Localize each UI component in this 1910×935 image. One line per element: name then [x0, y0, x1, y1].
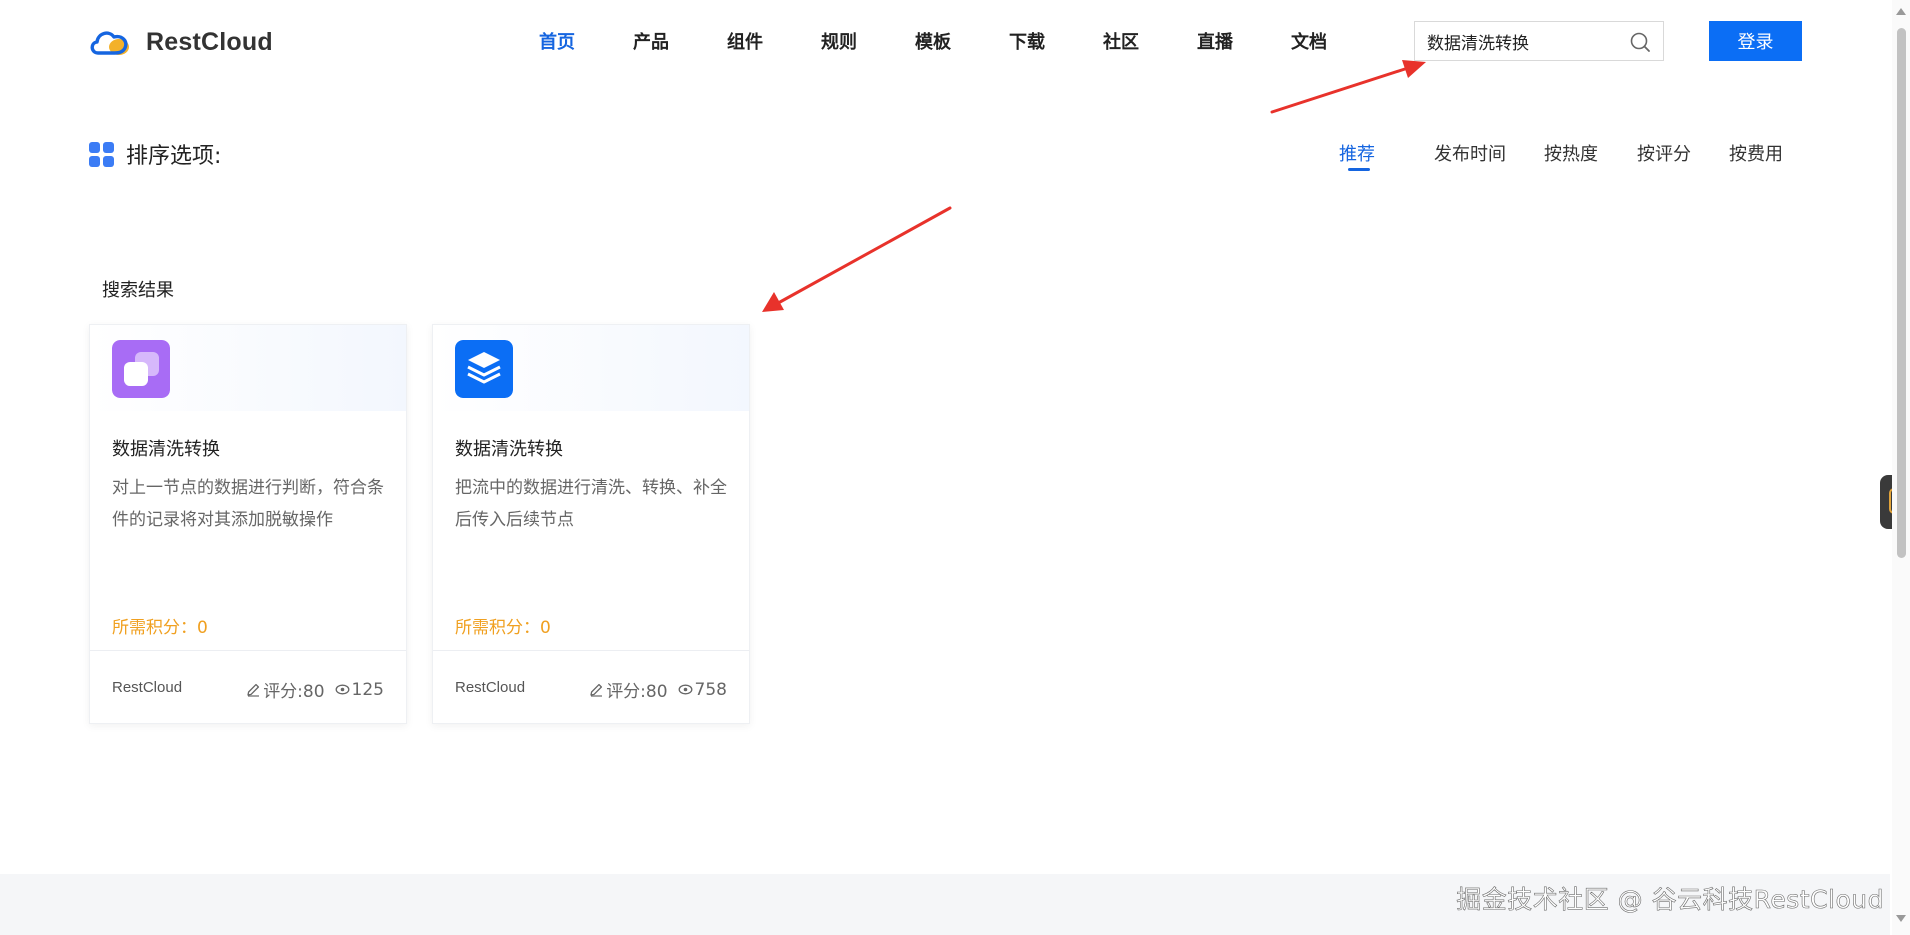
sort-tab-rating[interactable]: 按评分	[1637, 140, 1691, 166]
sort-tab-recommended[interactable]: 推荐	[1339, 140, 1375, 166]
card-title[interactable]: 数据清洗转换	[112, 435, 220, 461]
main-nav: 首页 产品 组件 规则 模板 下载 社区 直播 文档	[510, 28, 1356, 54]
sort-label-text: 排序选项:	[126, 144, 222, 169]
card-description: 把流中的数据进行清洗、转换、补全后传入后续节点	[455, 478, 727, 530]
nav-item-products[interactable]: 产品	[604, 28, 698, 54]
card-divider	[90, 650, 406, 651]
views-meta: 758	[678, 680, 727, 700]
search-results-title: 搜索结果	[102, 280, 174, 301]
scroll-down-arrow-icon[interactable]	[1896, 915, 1906, 922]
search-input[interactable]	[1415, 23, 1625, 59]
page: RestCloud 首页 产品 组件 规则 模板 下载 社区 直播 文档 登录 …	[0, 0, 1910, 935]
nav-item-community[interactable]: 社区	[1074, 28, 1168, 54]
card-points: 所需积分：0	[455, 618, 551, 638]
layers-square-icon	[112, 340, 170, 398]
brand-logo[interactable]: RestCloud	[88, 24, 273, 60]
card-meta: 评分:80 758	[589, 677, 727, 702]
nav-item-live[interactable]: 直播	[1168, 28, 1262, 54]
rating-meta: 评分:80	[589, 677, 668, 702]
card-title[interactable]: 数据清洗转换	[455, 435, 563, 461]
card-description: 对上一节点的数据进行判断，符合条件的记录将对其添加脱敏操作	[112, 478, 384, 530]
login-button[interactable]: 登录	[1709, 21, 1802, 61]
card-vendor: RestCloud	[455, 679, 526, 696]
search-icon[interactable]	[1629, 31, 1651, 53]
nav-item-templates[interactable]: 模板	[886, 28, 980, 54]
search-box	[1414, 21, 1664, 61]
cloud-logo-icon	[90, 31, 129, 55]
nav-item-components[interactable]: 组件	[698, 28, 792, 54]
eye-icon	[335, 684, 349, 695]
nav-item-rules[interactable]: 规则	[792, 28, 886, 54]
result-card[interactable]: 数据清洗转换 把流中的数据进行清洗、转换、补全后传入后续节点 所需积分：0 Re…	[432, 324, 750, 724]
nav-item-download[interactable]: 下载	[980, 28, 1074, 54]
arrow-to-result-card-icon	[762, 206, 952, 312]
sort-tab-publish-time[interactable]: 发布时间	[1434, 140, 1506, 166]
nav-item-docs[interactable]: 文档	[1262, 28, 1356, 54]
stack-layers-icon	[455, 340, 513, 398]
edit-pencil-icon	[247, 683, 260, 697]
card-meta: 评分:80 125	[246, 677, 384, 702]
sort-options-label: 排序选项:	[89, 138, 221, 170]
grid-icon	[89, 141, 114, 167]
card-vendor: RestCloud	[112, 679, 183, 696]
active-sort-underline	[1348, 168, 1370, 171]
brand-name: RestCloud	[146, 27, 273, 56]
card-rating: 评分:80	[606, 682, 668, 702]
sort-tab-popularity[interactable]: 按热度	[1544, 140, 1598, 166]
card-views: 758	[694, 679, 727, 700]
card-views: 125	[351, 679, 384, 700]
scroll-thumb[interactable]	[1897, 28, 1906, 558]
sort-tabs: 推荐 发布时间 按热度 按评分 按费用	[1320, 140, 1790, 180]
nav-item-home[interactable]: 首页	[510, 28, 604, 54]
card-divider	[433, 650, 749, 651]
edit-pencil-icon	[590, 683, 603, 697]
sort-tab-cost[interactable]: 按费用	[1729, 140, 1783, 166]
card-points: 所需积分：0	[112, 618, 208, 638]
vertical-scrollbar[interactable]	[1892, 0, 1910, 935]
result-card[interactable]: 数据清洗转换 对上一节点的数据进行判断，符合条件的记录将对其添加脱敏操作 所需积…	[89, 324, 407, 724]
scroll-up-arrow-icon[interactable]	[1896, 8, 1906, 15]
views-meta: 125	[335, 680, 384, 700]
rating-meta: 评分:80	[246, 677, 325, 702]
card-rating: 评分:80	[263, 682, 325, 702]
top-header: RestCloud 首页 产品 组件 规则 模板 下载 社区 直播 文档 登录	[0, 0, 1890, 84]
eye-icon	[678, 684, 692, 695]
watermark-text: 掘金技术社区 @ 谷云科技RestCloud	[1456, 885, 1884, 915]
